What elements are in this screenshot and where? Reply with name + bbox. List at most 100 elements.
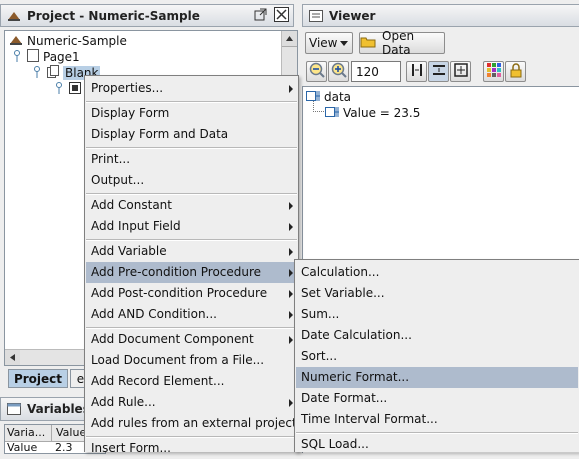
tree-root-label: Numeric-Sample — [27, 34, 127, 48]
expand-handle-icon[interactable] — [31, 65, 43, 82]
menu-item-label: Add Record Element... — [91, 374, 225, 388]
column-header-variable[interactable]: Varia... — [5, 425, 52, 441]
viewer-panel-header: Viewer — [302, 4, 579, 27]
palette-icon — [486, 63, 501, 80]
viewer-root-label: data — [324, 90, 352, 104]
submenu-item-numeric-format[interactable]: Numeric Format... — [296, 367, 578, 388]
expand-handle-icon[interactable] — [53, 81, 65, 98]
menu-item-label: Add Variable — [91, 244, 167, 258]
variable-value-cell[interactable]: 2.3 — [51, 442, 73, 454]
submenu-arrow-icon — [289, 269, 293, 277]
grid-icon — [69, 81, 81, 98]
fit-height-icon — [432, 63, 446, 80]
submenu-arrow-icon — [289, 311, 293, 319]
fit-page-icon — [453, 63, 468, 80]
menu-item-add-record-element[interactable]: Add Record Element... — [86, 371, 297, 392]
submenu-item-set-variable[interactable]: Set Variable... — [296, 283, 578, 304]
menu-item-label: Set Variable... — [301, 286, 385, 300]
menu-item-label: Sort... — [301, 349, 338, 363]
menu-item-label: Sum... — [301, 307, 340, 321]
menu-item-display-form[interactable]: Display Form — [86, 103, 297, 124]
lock-button[interactable] — [505, 61, 526, 82]
maximize-icon[interactable] — [254, 8, 267, 21]
project-icon — [7, 10, 21, 22]
submenu-arrow-icon — [289, 223, 293, 231]
project-panel-header: Project - Numeric-Sample — [0, 4, 294, 27]
fit-width-button[interactable] — [406, 61, 427, 82]
submenu-item-sum[interactable]: Sum... — [296, 304, 578, 325]
menu-item-add-external-rules[interactable]: Add rules from an external project... — [86, 413, 308, 434]
menu-item-add-rule[interactable]: Add Rule... — [86, 392, 297, 413]
zoom-out-button[interactable] — [306, 61, 327, 82]
lock-icon — [509, 62, 523, 81]
menu-item-load-document[interactable]: Load Document from a File... — [86, 350, 297, 371]
menu-item-print[interactable]: Print... — [86, 149, 297, 170]
color-palette-button[interactable] — [483, 61, 504, 82]
menu-item-add-and-condition[interactable]: Add AND Condition... — [86, 304, 297, 325]
menu-item-label: Add Document Component — [91, 332, 254, 346]
submenu-arrow-icon — [289, 336, 293, 344]
submenu-item-date-format[interactable]: Date Format... — [296, 388, 578, 409]
menu-item-output[interactable]: Output... — [86, 170, 297, 191]
menu-item-properties[interactable]: Properties... — [86, 78, 297, 99]
menu-item-add-variable[interactable]: Add Variable — [86, 241, 297, 262]
open-data-button[interactable]: Open Data — [359, 29, 445, 57]
menu-item-label: Display Form and Data — [91, 127, 229, 141]
menu-item-label: Add Constant — [91, 198, 172, 212]
tree-node-child[interactable] — [53, 81, 85, 97]
viewer-icon — [309, 9, 323, 22]
expand-handle-icon[interactable] — [11, 49, 23, 66]
submenu-item-sort[interactable]: Sort... — [296, 346, 578, 367]
tree-node-page[interactable]: Page1 — [11, 49, 80, 65]
chevron-down-icon — [340, 41, 348, 46]
viewer-node-value[interactable]: Value = 23.5 — [325, 105, 420, 121]
submenu-arrow-icon — [289, 85, 293, 93]
submenu-item-date-calculation[interactable]: Date Calculation... — [296, 325, 578, 346]
menu-item-add-input-field[interactable]: Add Input Field — [86, 216, 297, 237]
zoom-value-field[interactable]: 120 dpi — [351, 61, 401, 100]
menu-item-display-form-data[interactable]: Display Form and Data — [86, 124, 297, 145]
zoom-in-button[interactable] — [328, 61, 349, 82]
submenu-item-calculation[interactable]: Calculation... — [296, 262, 578, 283]
menu-item-label: Calculation... — [301, 265, 380, 279]
menu-item-label: Print... — [91, 152, 131, 166]
variable-name-cell[interactable]: Value — [5, 442, 51, 454]
menu-item-add-pre-condition[interactable]: Add Pre-condition Procedure — [86, 262, 297, 283]
tree-page-label: Page1 — [43, 50, 80, 64]
submenu-arrow-icon — [289, 399, 293, 407]
menu-item-insert-form[interactable]: Insert Form... — [86, 438, 297, 459]
submenu-item-time-interval-format[interactable]: Time Interval Format... — [296, 409, 578, 430]
project-icon — [9, 34, 23, 50]
menu-item-add-constant[interactable]: Add Constant — [86, 195, 297, 216]
menu-item-add-post-condition[interactable]: Add Post-condition Procedure — [86, 283, 297, 304]
fit-height-button[interactable] — [428, 61, 449, 82]
zoom-out-icon — [309, 62, 325, 81]
pre-condition-submenu: Calculation... Set Variable... Sum... Da… — [294, 259, 579, 452]
column-header-value[interactable]: Value — [52, 425, 86, 441]
viewer-panel-title: Viewer — [329, 8, 376, 23]
fit-page-button[interactable] — [450, 61, 471, 82]
menu-item-add-document-component[interactable]: Add Document Component — [86, 329, 297, 350]
close-icon[interactable] — [274, 7, 289, 22]
folder-icon — [360, 35, 376, 51]
menu-item-label: Properties... — [91, 81, 164, 95]
submenu-arrow-icon — [289, 290, 293, 298]
context-menu: Properties... Display Form Display Form … — [84, 75, 308, 455]
window-icon — [7, 403, 21, 415]
zoom-in-icon — [331, 62, 347, 81]
page-icon — [27, 49, 39, 66]
tab-project[interactable]: Project — [8, 369, 68, 388]
menu-item-label: Numeric Format... — [301, 370, 410, 384]
menu-item-label: Load Document from a File... — [91, 353, 265, 367]
menu-item-label: Add Post-condition Procedure — [91, 286, 268, 300]
submenu-arrow-icon — [289, 248, 293, 256]
menu-item-label: Add rules from an external project... — [91, 416, 309, 430]
view-dropdown-label: View — [309, 36, 338, 50]
viewer-value-label: Value = 23.5 — [343, 106, 421, 120]
menu-item-label: Output... — [91, 173, 145, 187]
fit-width-icon — [410, 63, 424, 80]
submenu-arrow-icon — [289, 202, 293, 210]
view-dropdown[interactable]: View — [305, 32, 353, 54]
tree-connector — [313, 101, 324, 112]
tree-node-root[interactable]: Numeric-Sample — [9, 33, 127, 49]
